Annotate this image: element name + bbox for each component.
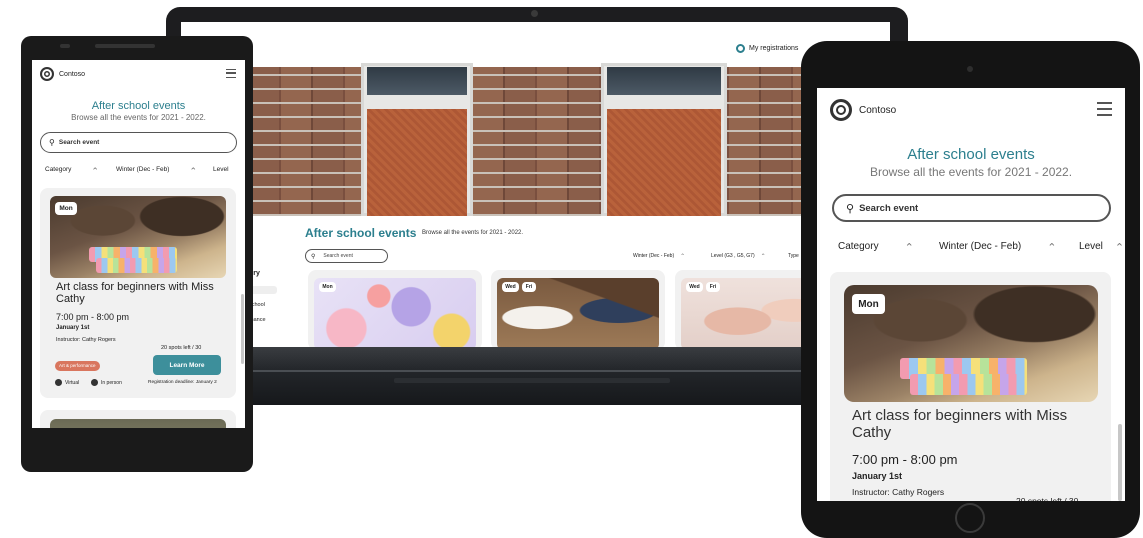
- chevron-up-icon: ⌃: [760, 254, 766, 260]
- page-subtitle: Browse all the events for 2021 - 2022.: [71, 113, 206, 122]
- brand-logo[interactable]: Contoso: [40, 67, 85, 81]
- day-badge: Wed: [502, 282, 519, 292]
- day-badge: Mon: [55, 202, 77, 215]
- day-badge: Fri: [522, 282, 536, 292]
- laptop-keyboard-base: [226, 347, 852, 405]
- event-date: January 1st: [852, 471, 903, 481]
- search-input[interactable]: ⚲ Search event: [40, 132, 237, 153]
- event-time: 7:00 pm - 8:00 pm: [852, 452, 958, 467]
- search-icon: ⚲: [49, 138, 55, 147]
- scrollbar[interactable]: [241, 294, 244, 364]
- spots-left: 20 spots left / 30: [1016, 496, 1079, 501]
- event-date: January 1st: [56, 325, 90, 331]
- registrations-icon: [736, 44, 745, 53]
- day-badge: Wed: [686, 282, 703, 292]
- chevron-up-icon: ⌃: [1114, 242, 1125, 254]
- search-input[interactable]: ⚲ Search event: [305, 249, 388, 263]
- filter-season[interactable]: Winter (Dec - Feb) ⌃: [939, 241, 1056, 254]
- tablet-home-button[interactable]: [955, 503, 985, 533]
- mode-virtual: Virtual: [55, 379, 79, 386]
- event-card[interactable]: [40, 410, 236, 428]
- chevron-up-icon: ⌃: [680, 254, 686, 260]
- event-image: [314, 278, 476, 348]
- chevron-up-icon: ⌃: [904, 242, 914, 254]
- filter-type[interactable]: Type: [788, 253, 799, 259]
- laptop-header: My registrations: [181, 22, 890, 66]
- in-person-icon: [91, 379, 98, 386]
- contoso-logo-icon: [830, 99, 852, 121]
- filter-season[interactable]: Winter (Dec - Feb) ⌃: [633, 253, 685, 260]
- phone-screen: Contoso After school events Browse all t…: [32, 60, 245, 428]
- event-card[interactable]: Mon Art class for beginners with Miss Ca…: [40, 188, 236, 398]
- contoso-logo-icon: [40, 67, 54, 81]
- search-icon: ⚲: [846, 202, 855, 215]
- category-tag: Art & performance: [55, 361, 100, 371]
- event-time: 7:00 pm - 8:00 pm: [56, 312, 130, 322]
- hero-image: [249, 63, 890, 216]
- event-instructor: Instructor: Cathy Rogers: [852, 487, 945, 497]
- tablet-camera: [967, 66, 973, 72]
- filter-level[interactable]: Level: [213, 166, 229, 173]
- mode-in-person: In person: [91, 379, 122, 386]
- learn-more-button[interactable]: Learn More: [153, 355, 221, 375]
- filter-category[interactable]: Category ⌃: [45, 166, 99, 177]
- page-title: After school events: [907, 146, 1035, 163]
- page-title: After school events: [305, 226, 417, 240]
- filter-season[interactable]: Winter (Dec - Feb) ⌃: [116, 166, 197, 177]
- day-badge: Mon: [852, 294, 885, 314]
- filter-level[interactable]: Level ⌃: [1079, 241, 1124, 254]
- spots-left: 20 spots left / 30: [161, 345, 202, 351]
- my-registrations-link[interactable]: My registrations: [736, 44, 798, 53]
- laptop-screen: My registrations ory school mance After …: [181, 22, 890, 348]
- day-badge: Mon: [319, 282, 336, 292]
- phone-speaker: [95, 44, 155, 48]
- tablet-screen: Contoso After school events Browse all t…: [817, 88, 1125, 501]
- brand-logo[interactable]: Contoso: [830, 99, 896, 121]
- page-title: After school events: [91, 100, 186, 112]
- chevron-up-icon: ⌃: [189, 166, 197, 176]
- laptop-camera: [531, 10, 538, 17]
- search-input[interactable]: ⚲ Search event: [832, 194, 1111, 222]
- event-card[interactable]: Mon Art class for beginners with Miss Ca…: [830, 272, 1111, 501]
- menu-icon[interactable]: [226, 69, 236, 78]
- event-image: [50, 419, 226, 428]
- event-instructor: Instructor: Cathy Rogers: [56, 337, 116, 343]
- page-subtitle: Browse all the events for 2021 - 2022.: [422, 230, 524, 236]
- search-icon: ⚲: [311, 253, 316, 260]
- filter-level[interactable]: Level (G3 , G5, G7) ⌃: [711, 253, 766, 260]
- event-card[interactable]: Mon: [308, 270, 482, 348]
- filter-category[interactable]: Category ⌃: [838, 241, 914, 254]
- scrollbar[interactable]: [1118, 424, 1122, 501]
- event-title: Art class for beginners with Miss Cathy: [56, 281, 214, 305]
- sidebar-fragment-highlight: [249, 286, 277, 294]
- page-subtitle: Browse all the events for 2021 - 2022.: [869, 165, 1073, 179]
- day-badge: Fri: [706, 282, 720, 292]
- registration-deadline: Registration deadline: January 2: [148, 380, 217, 385]
- virtual-icon: [55, 379, 62, 386]
- chevron-up-icon: ⌃: [1047, 242, 1057, 254]
- menu-icon[interactable]: [1097, 102, 1112, 116]
- event-card[interactable]: Wed Fri: [491, 270, 665, 348]
- event-title: Art class for beginners with Miss Cathy: [852, 407, 1068, 441]
- chevron-up-icon: ⌃: [91, 166, 99, 176]
